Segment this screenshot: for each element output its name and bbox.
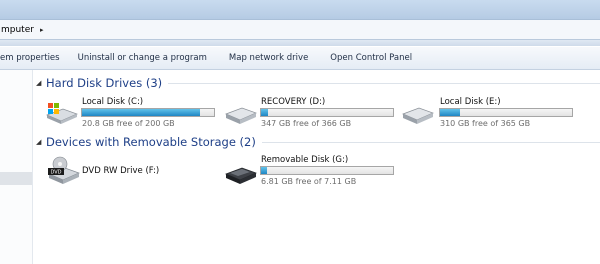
group-divider <box>261 141 600 143</box>
uninstall-program-button[interactable]: Uninstall or change a program <box>78 50 207 66</box>
open-control-panel-button[interactable]: Open Control Panel <box>330 50 412 66</box>
group-header-hard-disks[interactable]: ◢ Hard Disk Drives (3) <box>36 76 600 90</box>
breadcrumb-arrow-icon[interactable]: ▸ <box>40 26 44 34</box>
dvd-drive-icon: DVD <box>48 156 80 184</box>
title-bar <box>0 0 600 20</box>
capacity-fill <box>82 109 201 116</box>
collapse-triangle-icon[interactable]: ◢ <box>36 138 46 146</box>
map-network-drive-button[interactable]: Map network drive <box>229 50 308 66</box>
drive-label: DVD RW Drive (F:) <box>82 166 160 176</box>
navigation-pane-selected-item[interactable] <box>0 172 32 185</box>
address-bar[interactable]: mputer ▸ <box>0 20 600 40</box>
collapse-triangle-icon[interactable]: ◢ <box>36 79 46 87</box>
dvd-badge-text: DVD <box>50 170 61 176</box>
drive-label: RECOVERY (D:) <box>261 97 326 107</box>
group-title-hard-disks: Hard Disk Drives (3) <box>46 76 163 90</box>
capacity-bar <box>260 166 394 175</box>
separator-band <box>0 40 600 46</box>
free-space-text: 347 GB free of 366 GB <box>261 119 352 128</box>
capacity-fill <box>261 109 268 116</box>
free-space-text: 310 GB free of 365 GB <box>440 119 531 128</box>
drive-label: Removable Disk (G:) <box>261 155 349 165</box>
drive-label: Local Disk (C:) <box>82 97 144 107</box>
windows-drive-icon <box>46 103 78 124</box>
group-header-removable[interactable]: ◢ Devices with Removable Storage (2) <box>36 135 600 149</box>
capacity-bar <box>81 108 215 117</box>
navigation-pane[interactable] <box>0 70 33 264</box>
system-properties-button[interactable]: em properties <box>0 50 60 66</box>
free-space-text: 20.8 GB free of 200 GB <box>82 119 175 128</box>
drive-label: Local Disk (E:) <box>440 97 501 107</box>
breadcrumb-computer[interactable]: mputer <box>1 25 34 35</box>
group-divider <box>168 82 600 84</box>
command-bar: em properties Uninstall or change a prog… <box>0 47 600 70</box>
capacity-bar <box>260 108 394 117</box>
hard-drive-icon <box>225 107 257 124</box>
capacity-fill <box>261 167 267 174</box>
group-title-removable: Devices with Removable Storage (2) <box>46 135 256 149</box>
free-space-text: 6.81 GB free of 7.11 GB <box>261 177 357 186</box>
hard-drive-icon <box>402 107 434 124</box>
capacity-bar <box>439 108 573 117</box>
capacity-fill <box>440 109 460 116</box>
removable-disk-icon <box>225 167 257 184</box>
